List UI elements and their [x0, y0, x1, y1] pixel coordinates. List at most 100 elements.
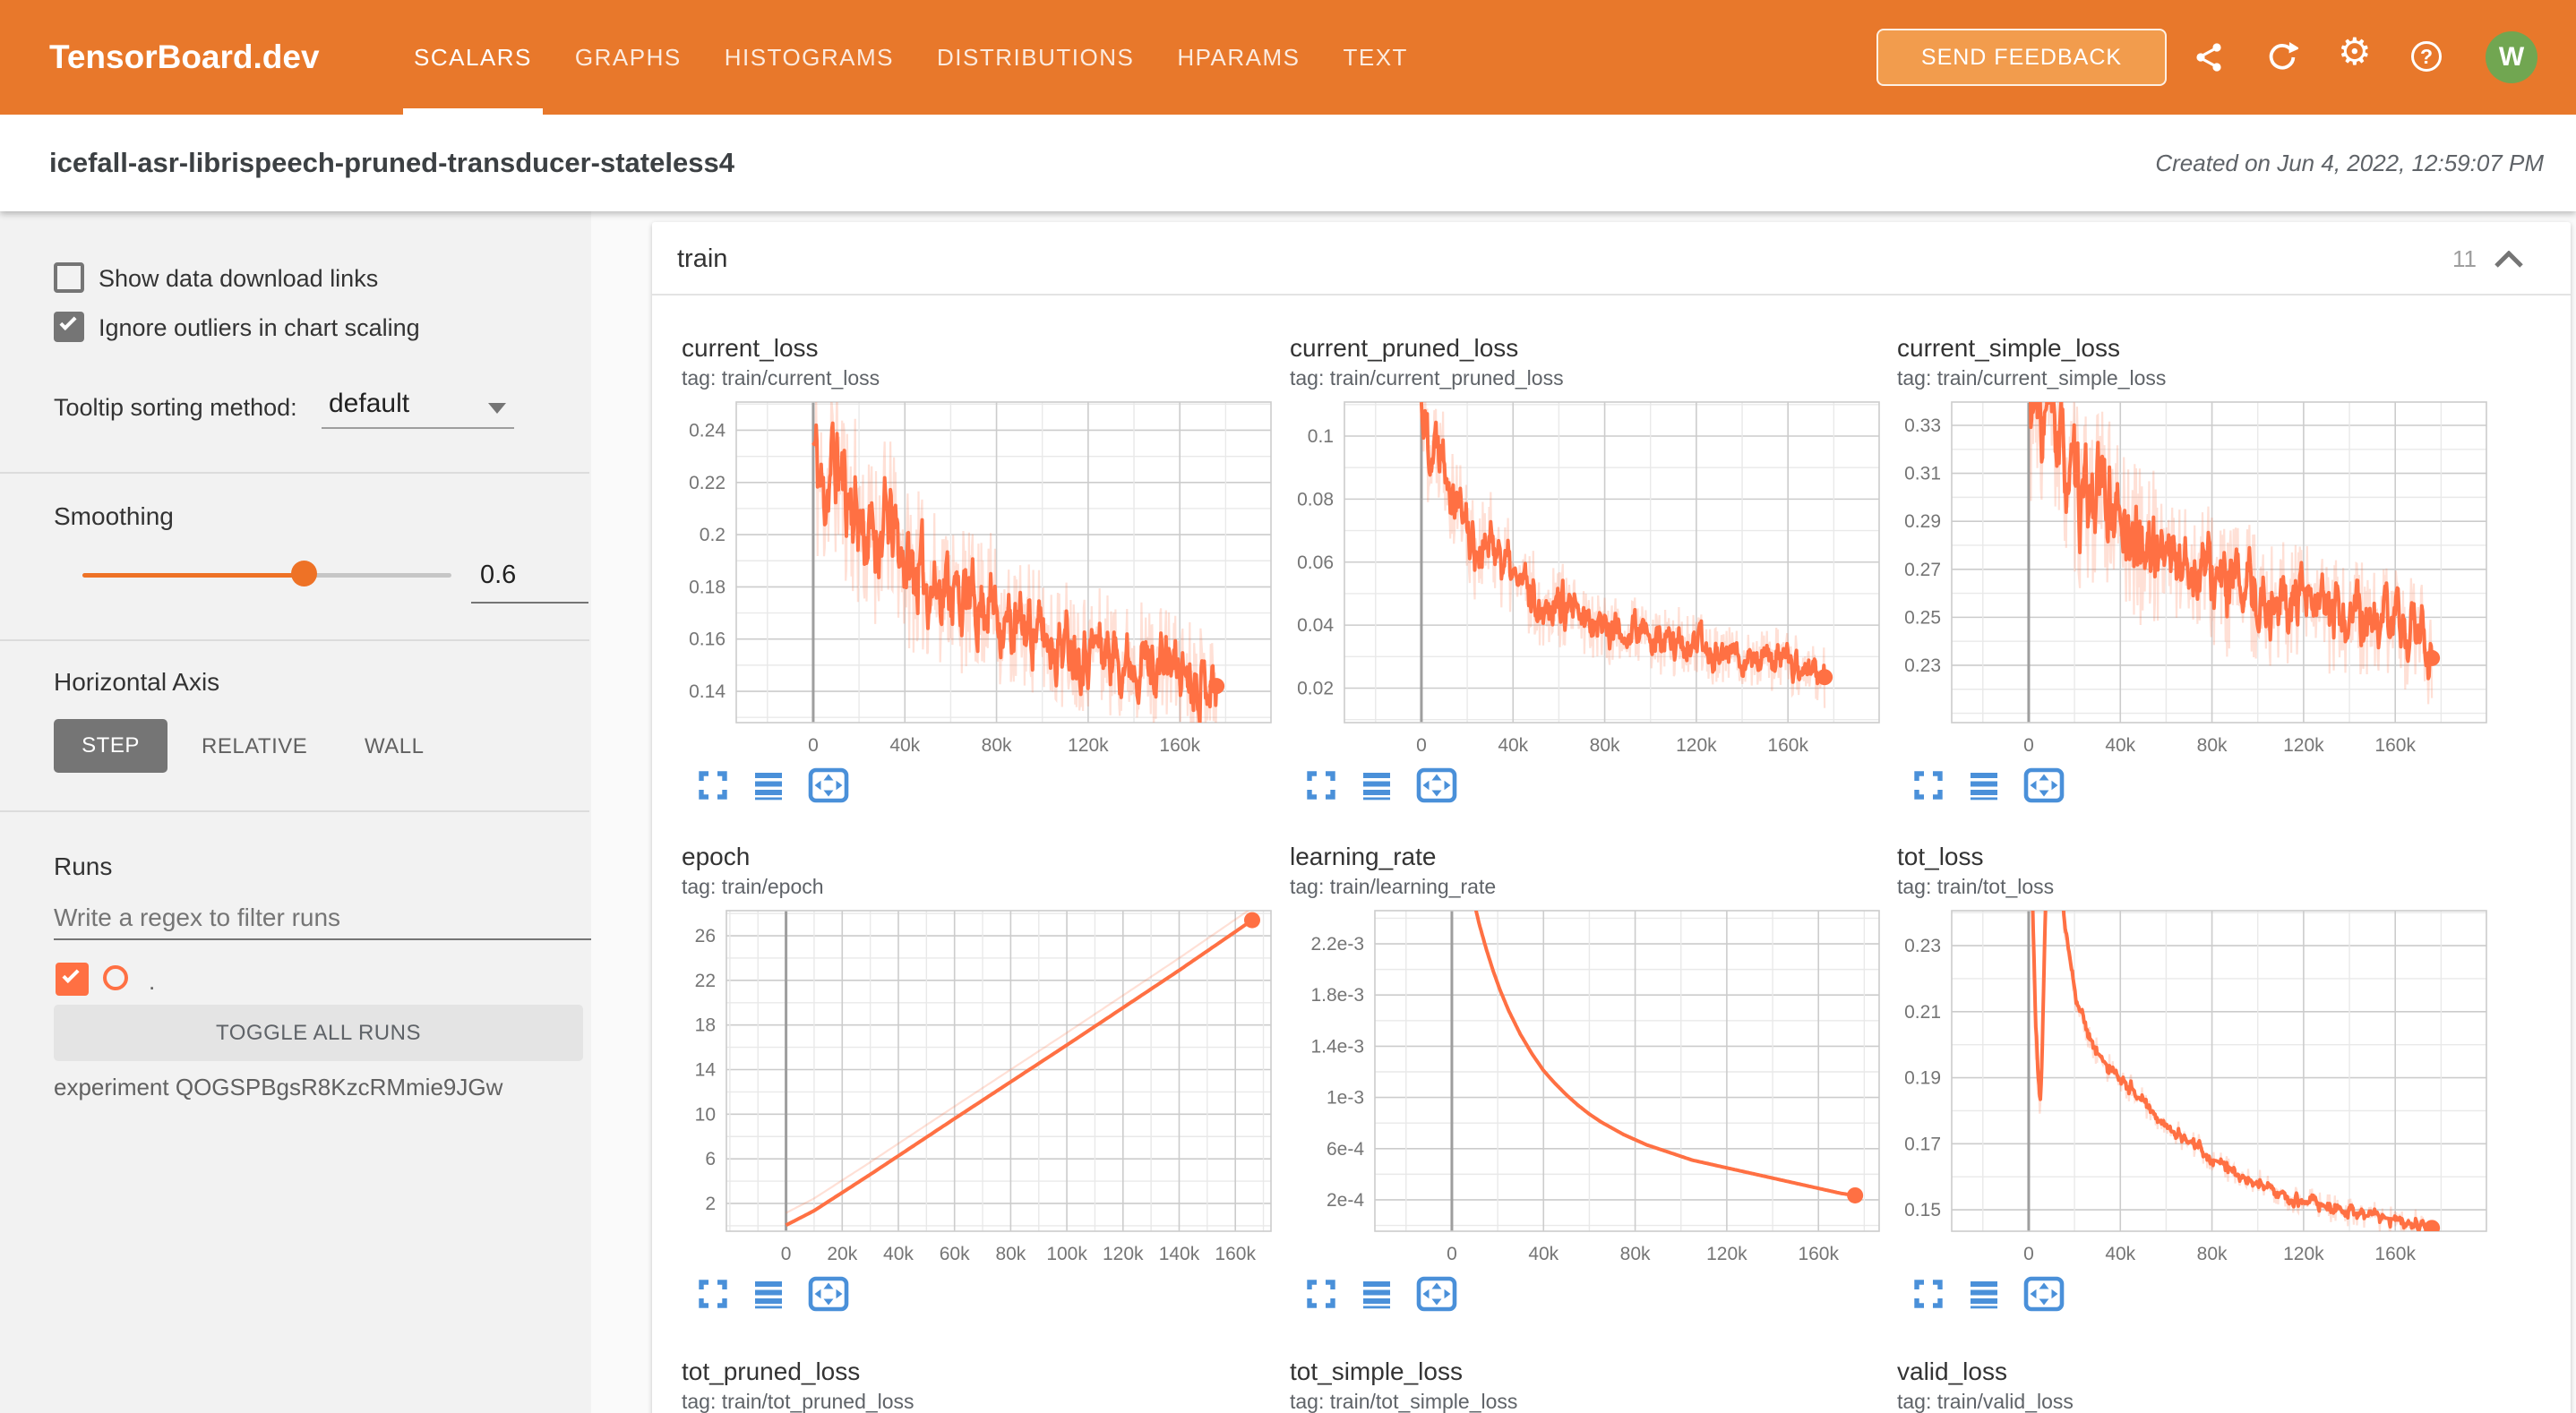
toggle-y-axis-icon[interactable] [1361, 769, 1393, 801]
svg-text:22: 22 [695, 971, 716, 991]
axis-step-button[interactable]: STEP [54, 719, 167, 773]
fit-domain-icon[interactable] [808, 767, 849, 803]
fullscreen-icon[interactable] [697, 1278, 729, 1310]
run-name: . [149, 968, 155, 996]
toggle-y-axis-icon[interactable] [1361, 1278, 1393, 1310]
chart-plot[interactable]: 262218141062020k40k60k80k100k120k140k160… [682, 905, 1273, 1274]
smoothing-value-underline [471, 602, 588, 604]
svg-text:20k: 20k [827, 1244, 857, 1264]
chart-tag: tag: train/current_loss [682, 366, 1273, 390]
smoothing-label: Smoothing [54, 502, 174, 531]
svg-text:120k: 120k [1068, 735, 1109, 756]
fullscreen-icon[interactable] [1305, 769, 1337, 801]
svg-text:160k: 160k [1215, 1244, 1256, 1264]
run-checkbox[interactable] [56, 963, 89, 996]
scalar-chart-card: learning_rate tag: train/learning_rate 2… [1290, 842, 1881, 1312]
show-data-download-links-checkbox[interactable] [54, 262, 84, 293]
fit-domain-icon[interactable] [2023, 767, 2065, 803]
ignore-outliers-checkbox[interactable] [54, 312, 84, 342]
smoothing-value[interactable]: 0.6 [480, 561, 516, 590]
svg-text:40k: 40k [1528, 1244, 1558, 1264]
fullscreen-icon[interactable] [697, 769, 729, 801]
fit-domain-icon[interactable] [808, 1276, 849, 1312]
smoothing-slider-knob[interactable] [291, 561, 317, 587]
svg-text:0.06: 0.06 [1297, 552, 1334, 573]
scalar-chart-card: epoch tag: train/epoch 262218141062020k4… [682, 842, 1273, 1312]
svg-text:0.02: 0.02 [1297, 679, 1334, 699]
axis-wall-button[interactable]: WALL [365, 734, 424, 759]
svg-text:40k: 40k [889, 735, 920, 756]
fullscreen-icon[interactable] [1912, 769, 1945, 801]
fullscreen-icon[interactable] [1305, 1278, 1337, 1310]
train-group-header[interactable]: train 11 [652, 222, 2571, 295]
svg-text:0.21: 0.21 [1904, 1002, 1941, 1023]
svg-text:0.18: 0.18 [689, 577, 726, 597]
svg-text:80k: 80k [995, 1244, 1026, 1264]
svg-text:80k: 80k [982, 735, 1012, 756]
fit-domain-icon[interactable] [1416, 767, 1457, 803]
svg-text:0.14: 0.14 [689, 681, 726, 702]
avatar[interactable]: W [2486, 31, 2537, 83]
created-timestamp: Created on Jun 4, 2022, 12:59:07 PM [2155, 115, 2544, 211]
toggle-y-axis-icon[interactable] [1968, 769, 2000, 801]
chart-plot[interactable]: 0.330.310.290.270.250.23040k80k120k160k [1897, 397, 2488, 766]
chart-plot[interactable]: 2.2e-31.8e-31.4e-31e-36e-42e-4040k80k120… [1290, 905, 1881, 1274]
chart-plot[interactable]: 0.230.210.190.170.15040k80k120k160k [1897, 905, 2488, 1274]
toggle-y-axis-icon[interactable] [752, 769, 785, 801]
chart-title: epoch [682, 842, 1273, 872]
svg-text:120k: 120k [1706, 1244, 1747, 1264]
settings-sidebar: Show data download links Ignore outliers… [0, 211, 591, 1413]
svg-text:160k: 160k [1159, 735, 1200, 756]
toggle-y-axis-icon[interactable] [752, 1278, 785, 1310]
tab-histograms[interactable]: HISTOGRAMS [714, 0, 905, 115]
svg-text:0: 0 [808, 735, 819, 756]
chevron-down-icon[interactable] [488, 403, 506, 414]
axis-relative-button[interactable]: RELATIVE [202, 734, 307, 759]
scalar-chart-card: current_pruned_loss tag: train/current_p… [1290, 333, 1881, 803]
tab-hparams[interactable]: HPARAMS [1166, 0, 1310, 115]
tab-scalars[interactable]: SCALARS [403, 0, 543, 115]
chart-plot[interactable]: 0.240.220.20.180.160.14040k80k120k160k [682, 397, 1273, 766]
chart-body: 0.330.310.290.270.250.23040k80k120k160k [1897, 397, 2488, 803]
svg-text:0.08: 0.08 [1297, 489, 1334, 510]
svg-text:0.19: 0.19 [1904, 1068, 1941, 1089]
runs-filter-input[interactable] [54, 897, 591, 940]
refresh-icon[interactable] [2266, 41, 2298, 73]
divider [0, 639, 589, 641]
svg-text:1e-3: 1e-3 [1327, 1088, 1364, 1109]
fit-domain-icon[interactable] [1416, 1276, 1457, 1312]
svg-text:0.24: 0.24 [689, 420, 726, 441]
chart-toolbar [1305, 767, 1881, 803]
tab-distributions[interactable]: DISTRIBUTIONS [926, 0, 1145, 115]
run-color-swatch [103, 965, 128, 990]
chart-tag: tag: train/learning_rate [1290, 875, 1881, 898]
svg-text:80k: 80k [2197, 735, 2228, 756]
tooltip-sorting-dropdown[interactable]: default [329, 389, 409, 419]
svg-text:120k: 120k [1676, 735, 1717, 756]
fullscreen-icon[interactable] [1912, 1278, 1945, 1310]
toggle-all-runs-button[interactable]: TOGGLE ALL RUNS [54, 1005, 583, 1061]
svg-text:0.15: 0.15 [1904, 1200, 1941, 1220]
experiment-id-label: experiment QOGSPBgsR8KzcRMmie9JGw [54, 1074, 502, 1101]
send-feedback-button[interactable]: SEND FEEDBACK [1876, 29, 2167, 86]
svg-text:0: 0 [2023, 1244, 2034, 1264]
fit-domain-icon[interactable] [2023, 1276, 2065, 1312]
chevron-up-icon[interactable] [2494, 251, 2524, 269]
smoothing-slider-fill [82, 573, 304, 578]
brand-logo[interactable]: TensorBoard.dev [49, 0, 320, 115]
help-icon[interactable]: ? [2411, 41, 2443, 73]
settings-icon[interactable]: ⚙ [2338, 41, 2370, 73]
svg-text:120k: 120k [2283, 735, 2324, 756]
share-icon[interactable] [2194, 41, 2226, 73]
svg-text:2.2e-3: 2.2e-3 [1310, 934, 1364, 955]
svg-text:0.1: 0.1 [1308, 426, 1334, 447]
chart-tag: tag: train/current_pruned_loss [1290, 366, 1881, 390]
svg-text:0.33: 0.33 [1904, 415, 1941, 436]
chart-plot[interactable]: 0.10.080.060.040.02040k80k120k160k [1290, 397, 1881, 766]
toggle-y-axis-icon[interactable] [1968, 1278, 2000, 1310]
nav-tabs: SCALARS GRAPHS HISTOGRAMS DISTRIBUTIONS … [392, 0, 1430, 115]
divider [0, 810, 589, 812]
tab-graphs[interactable]: GRAPHS [564, 0, 692, 115]
smoothing-slider-track[interactable] [82, 573, 451, 578]
tab-text[interactable]: TEXT [1332, 0, 1418, 115]
